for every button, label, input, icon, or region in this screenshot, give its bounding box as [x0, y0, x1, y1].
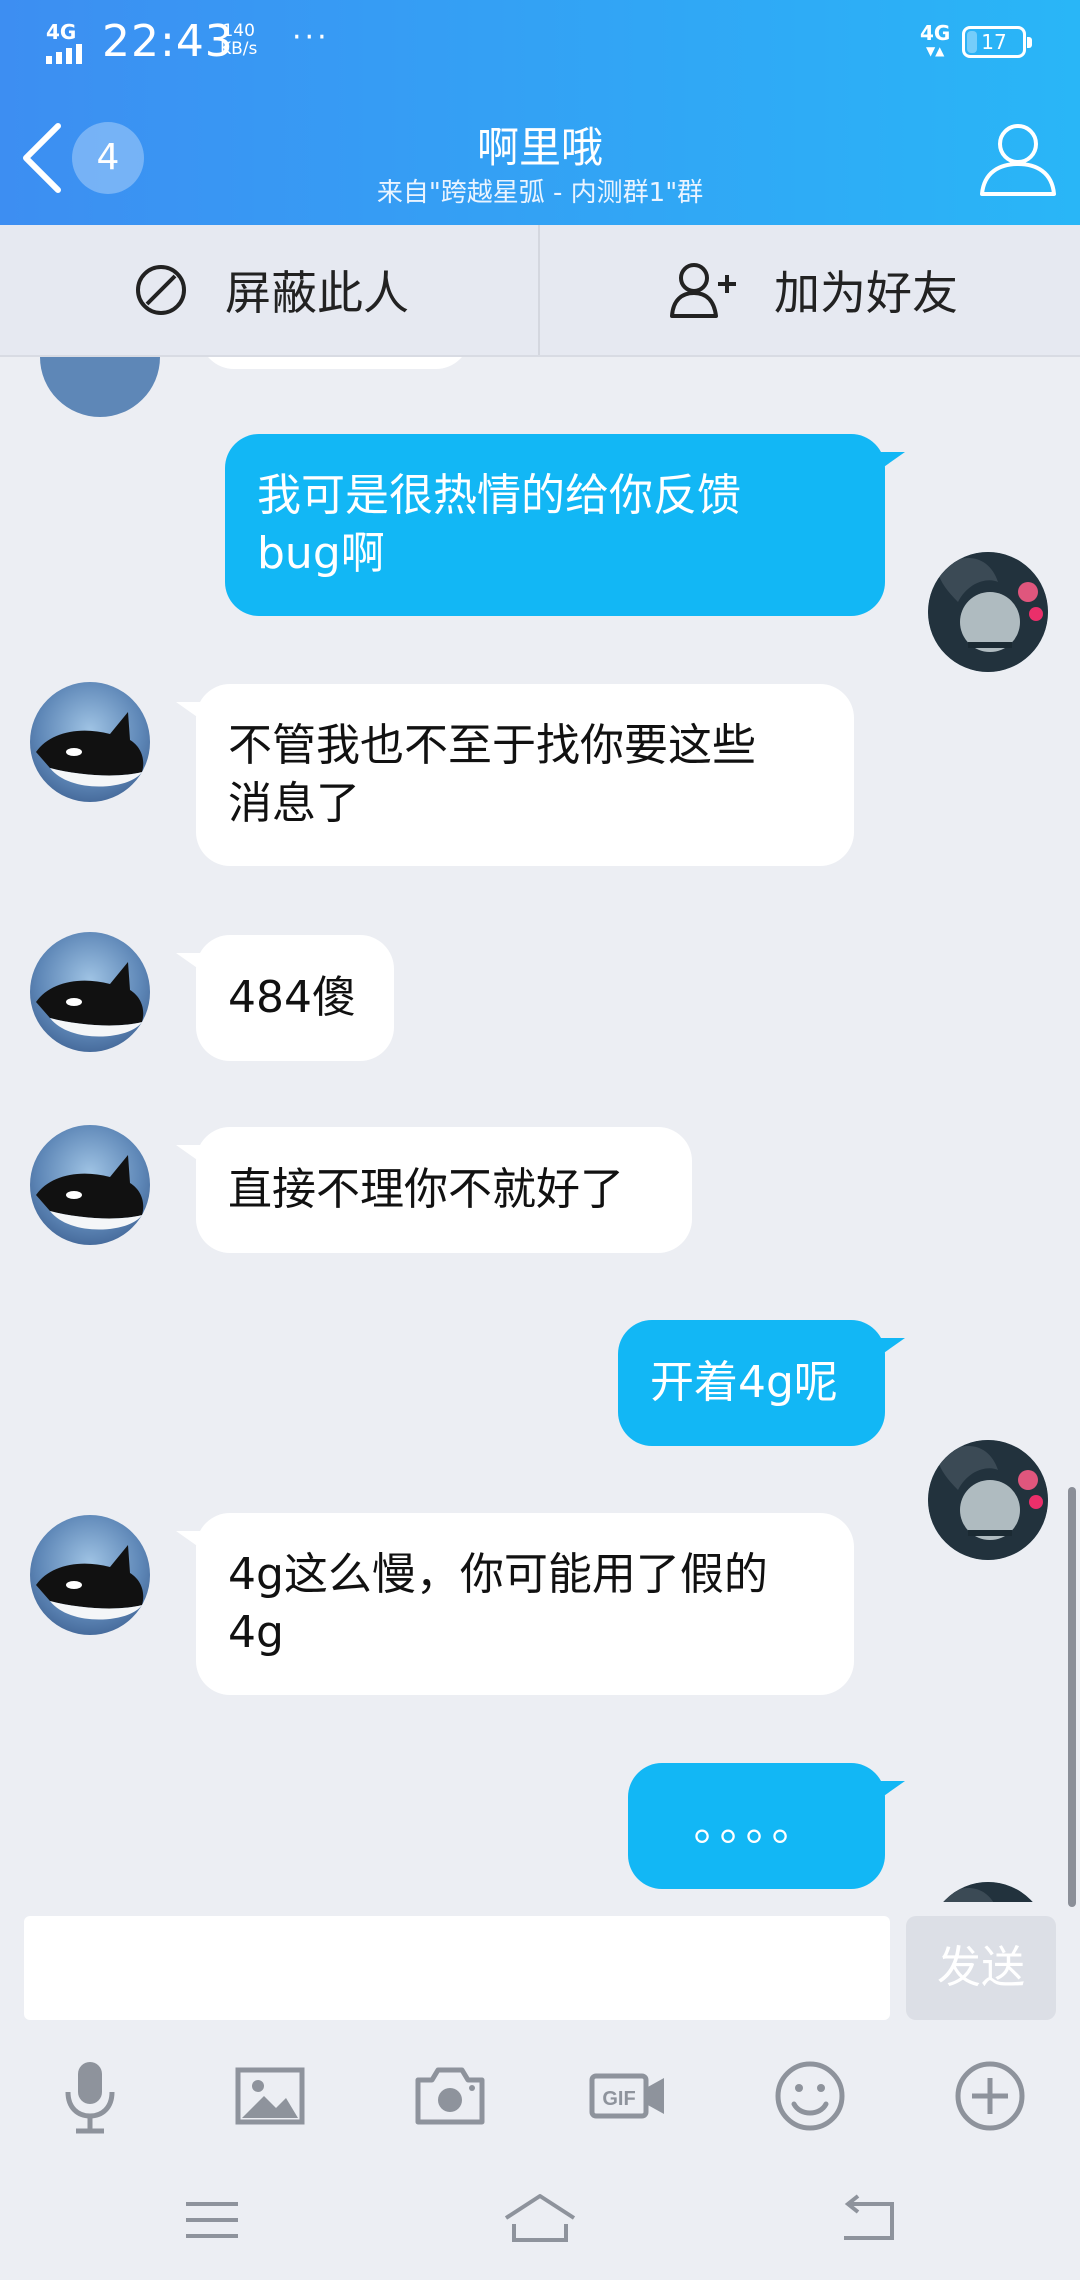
message-input[interactable] [24, 1916, 890, 2020]
chat-subtitle: 来自"跨越星弧 - 内测群1"群 [376, 178, 704, 208]
chat-title: 啊里哦 [476, 123, 603, 172]
orca-icon [36, 712, 144, 787]
add-friend-icon [670, 263, 736, 318]
message-text: 我可是很热情的给你反馈 [257, 470, 741, 521]
message-text: 4g [228, 1607, 284, 1658]
chat-header: 4G 22:43 140 KB/s ··· 4G ▼▲ 17 4 啊里哦 来自"… [0, 0, 1080, 225]
more-notifications-icon: ··· [292, 20, 330, 55]
contact-avatar[interactable] [30, 932, 150, 1052]
avatar-image [938, 1882, 1033, 1902]
partial-avatar [40, 357, 160, 417]
status-bar: 4G 22:43 140 KB/s ··· 4G ▼▲ 17 [0, 0, 1080, 84]
block-user-label: 屏蔽此人 [225, 266, 409, 320]
message-bubble-incoming[interactable]: 4g这么慢，你可能用了假的 4g [176, 1513, 854, 1695]
message-text: 484傻 [228, 972, 356, 1023]
orca-icon [36, 1155, 144, 1230]
message-bubble-incoming[interactable]: 直接不理你不就好了 [176, 1127, 692, 1253]
my-avatar[interactable] [928, 1882, 1048, 1902]
message-bubble-outgoing[interactable]: 。。。。 [628, 1763, 905, 1889]
gif-label: GIF [602, 2088, 635, 2110]
contact-avatar[interactable] [30, 1515, 150, 1635]
message-list[interactable]: 我可是很热情的给你反馈 bug啊 不管我也不至于找你要这些 消息了 484傻 直… [0, 357, 1080, 1902]
add-friend-button[interactable]: 加为好友 [668, 225, 958, 355]
signal-icon [46, 44, 86, 64]
input-row: 发送 [0, 1902, 1080, 2030]
emoji-icon[interactable] [770, 2056, 850, 2136]
message-bubble-incoming[interactable]: 484傻 [176, 935, 394, 1061]
network-type-right: 4G ▼▲ [920, 21, 951, 60]
input-toolbar: GIF [0, 2030, 1080, 2160]
my-avatar[interactable] [928, 1440, 1048, 1560]
partial-bubble [200, 357, 470, 369]
my-avatar[interactable] [928, 552, 1048, 672]
microphone-icon[interactable] [50, 2056, 130, 2136]
back-icon[interactable] [830, 2190, 910, 2250]
network-type: 4G [46, 20, 77, 44]
home-icon[interactable] [500, 2190, 580, 2250]
contact-avatar[interactable] [30, 682, 150, 802]
message-text: 开着4g呢 [650, 1357, 838, 1408]
message-bubble-incoming[interactable]: 不管我也不至于找你要这些 消息了 [176, 684, 854, 866]
chat-scrollbar[interactable] [1068, 1487, 1076, 1907]
send-button[interactable]: 发送 [906, 1916, 1056, 2020]
orca-icon [36, 962, 144, 1037]
image-icon[interactable] [230, 2056, 310, 2136]
message-text: 。。。。 [693, 1800, 820, 1851]
system-nav-bar [0, 2160, 1080, 2280]
action-divider [538, 225, 540, 355]
block-icon [136, 265, 186, 315]
camera-icon[interactable] [410, 2056, 490, 2136]
message-text: 直接不理你不就好了 [228, 1164, 624, 1215]
network-speed-value: 140 [222, 21, 255, 41]
plus-icon[interactable] [950, 2056, 1030, 2136]
status-time: 22:43 [102, 16, 234, 67]
message-text: bug啊 [257, 528, 385, 579]
battery-icon: 17 [962, 26, 1032, 58]
profile-icon[interactable] [976, 118, 1060, 198]
stranger-action-bar: 屏蔽此人 加为好友 [0, 225, 1080, 357]
avatar-image [928, 1440, 1048, 1560]
menu-icon[interactable] [172, 2190, 252, 2250]
network-type-right-label: 4G [920, 21, 951, 45]
add-friend-label: 加为好友 [774, 266, 958, 320]
avatar-image [928, 552, 1048, 672]
message-text: 不管我也不至于找你要这些 [228, 720, 756, 771]
message-bubble-outgoing[interactable]: 我可是很热情的给你反馈 bug啊 [225, 434, 905, 616]
message-text: 4g这么慢，你可能用了假的 [228, 1549, 768, 1600]
orca-icon [36, 1545, 144, 1620]
message-text: 消息了 [228, 778, 360, 829]
contact-avatar[interactable] [30, 1125, 150, 1245]
network-speed: 140 KB/s [220, 22, 257, 58]
gif-icon[interactable]: GIF [588, 2056, 668, 2136]
message-bubble-outgoing[interactable]: 开着4g呢 [618, 1320, 905, 1446]
block-user-button[interactable]: 屏蔽此人 [133, 225, 409, 355]
battery-level: 17 [981, 30, 1007, 54]
network-speed-unit: KB/s [220, 39, 258, 59]
